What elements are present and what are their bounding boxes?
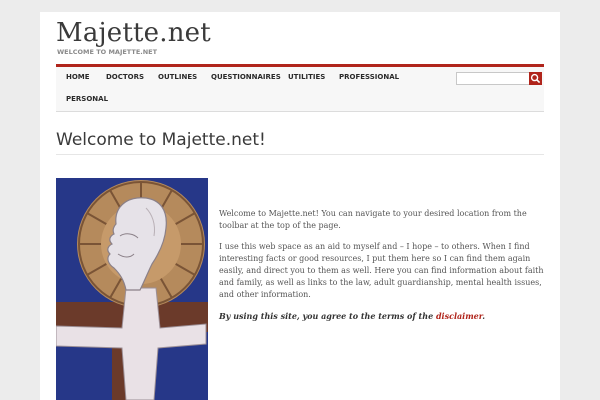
site-tagline: WELCOME TO MAJETTE.NET [57,48,158,56]
nav-item-professional[interactable]: PROFESSIONAL [339,73,399,81]
nav-item-personal[interactable]: PERSONAL [66,95,108,103]
agreement-text: By using this site, you agree to the ter… [219,311,436,321]
page-title: Welcome to Majette.net! [56,130,266,150]
agreement-notice: By using this site, you agree to the ter… [219,310,544,322]
page-container: Majette.net WELCOME TO MAJETTE.NET HOME … [40,12,560,400]
hero-image-christ-artwork [56,178,208,400]
nav-item-utilities[interactable]: UTILITIES [288,73,325,81]
title-divider [56,154,544,155]
nav-item-home[interactable]: HOME [66,73,90,81]
main-navigation: HOME DOCTORS OUTLINES QUESTIONNAIRES UTI… [56,64,544,112]
main-content: Welcome to Majette.net! You can navigate… [219,208,544,331]
nav-item-outlines[interactable]: OUTLINES [158,73,197,81]
site-title[interactable]: Majette.net [56,18,211,48]
search-icon [530,73,541,84]
disclaimer-link[interactable]: disclaimer [436,311,482,321]
agreement-end: . [482,311,486,321]
search-button[interactable] [529,72,542,85]
nav-item-questionnaires[interactable]: QUESTIONNAIRES [211,73,281,81]
body-paragraph: I use this web space as an aid to myself… [219,242,544,299]
nav-item-doctors[interactable]: DOCTORS [106,73,144,81]
search-input[interactable] [456,72,532,85]
intro-paragraph: Welcome to Majette.net! You can navigate… [219,209,527,230]
